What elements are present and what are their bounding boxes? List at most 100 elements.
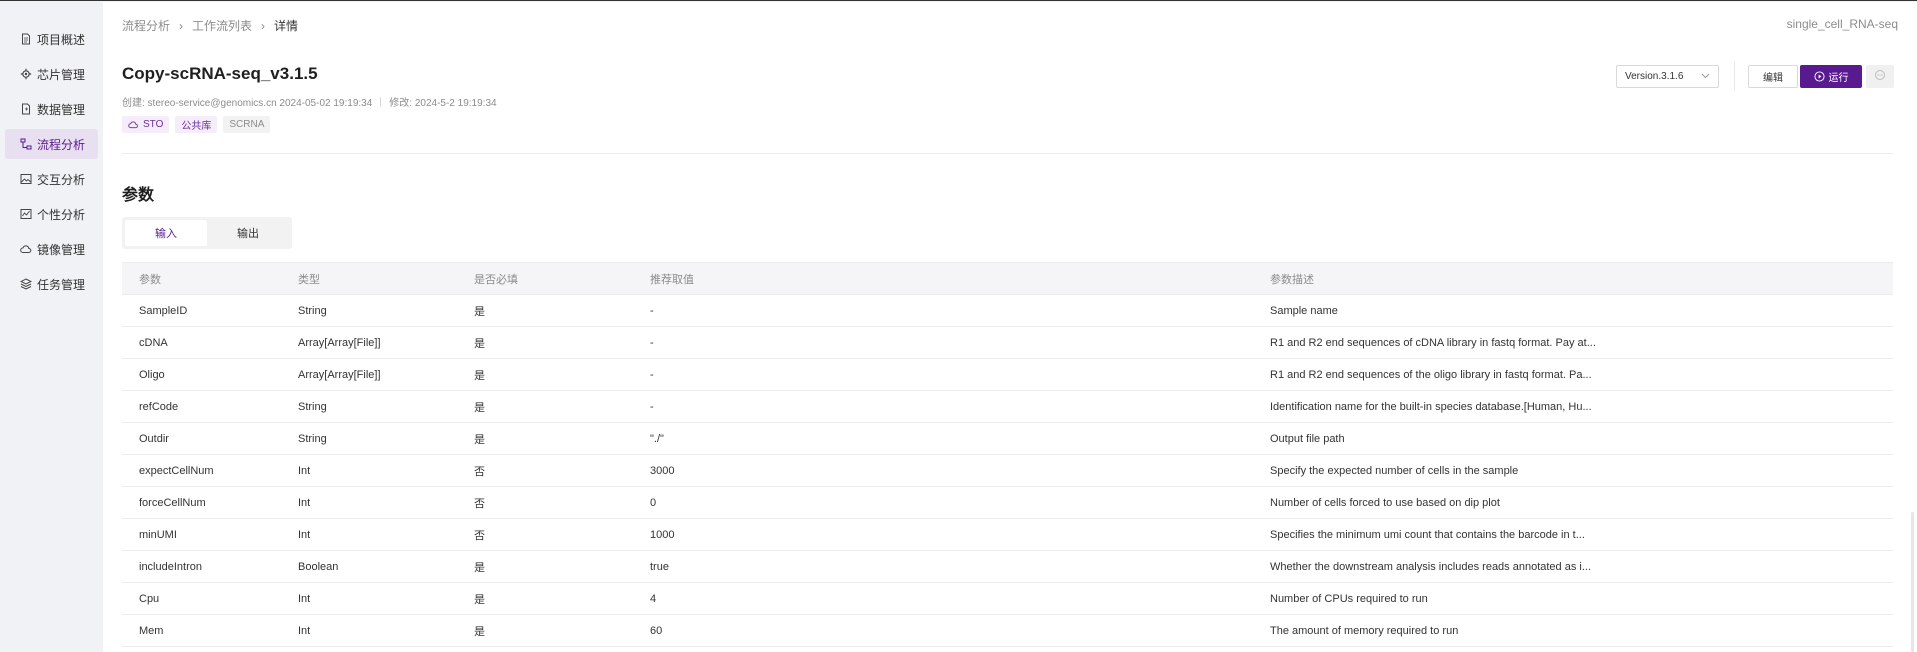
breadcrumb-link-pipeline[interactable]: 流程分析 bbox=[122, 17, 170, 34]
meta-info: 创建: stereo-service@genomics.cn 2024-05-0… bbox=[122, 94, 497, 109]
param-name-cell: minUMI bbox=[139, 528, 177, 541]
column-header: 是否必填 bbox=[474, 273, 518, 286]
param-type-cell: Boolean bbox=[298, 560, 339, 573]
version-select[interactable]: Version.3.1.6 bbox=[1616, 65, 1719, 88]
run-button-label: 运行 bbox=[1828, 73, 1849, 84]
param-tabs: 输入 输出 bbox=[122, 217, 292, 249]
param-name-cell: forceCellNum bbox=[139, 496, 206, 509]
param-required-cell: 是 bbox=[474, 401, 485, 414]
param-default-cell: 0 bbox=[650, 496, 657, 509]
sidebar-item-data[interactable]: 数据管理 bbox=[5, 94, 98, 124]
param-default-cell: - bbox=[650, 368, 654, 381]
table-row: Cpu Int 是 4 Number of CPUs required to run bbox=[122, 583, 1893, 615]
param-description-cell: Specify the expected number of cells in … bbox=[1270, 464, 1519, 477]
gear-icon bbox=[20, 68, 32, 80]
param-name-cell: SampleID bbox=[139, 304, 188, 317]
main-content: 流程分析 › 工作流列表 › 详情 single_cell_RNA-seq Co… bbox=[103, 2, 1917, 652]
sidebar-item-chip[interactable]: 芯片管理 bbox=[5, 59, 98, 89]
sidebar-item-pipeline[interactable]: 流程分析 bbox=[5, 129, 98, 159]
more-button[interactable] bbox=[1866, 65, 1894, 88]
chart-icon bbox=[20, 208, 32, 220]
param-name-cell: cDNA bbox=[139, 336, 168, 349]
table-row: minUMI Int 否 1000 Specifies the minimum umi … bbox=[122, 519, 1893, 551]
param-description-cell: Identification name for the built-in spe… bbox=[1270, 400, 1592, 413]
table-row: cDNA Array[Array[File]] 是 - R1 and R2 end se… bbox=[122, 327, 1893, 359]
param-description-cell: Whether the downstream analysis includes… bbox=[1270, 560, 1592, 573]
table-row: expectCellNum Int 否 3000 Specify the expecte… bbox=[122, 455, 1893, 487]
param-name-cell: Mem bbox=[139, 624, 164, 637]
breadcrumb-current: 详情 bbox=[274, 19, 299, 33]
params-table: 参数 类型 是否必填 推荐取值 参数描述 SampleID String 是 - Sam… bbox=[122, 262, 1893, 647]
sidebar-item-label: 镜像管理 bbox=[37, 242, 86, 257]
run-button[interactable]: 运行 bbox=[1800, 65, 1862, 88]
param-type-cell: Int bbox=[298, 496, 311, 509]
param-required-cell: 否 bbox=[474, 529, 485, 542]
param-default-cell: - bbox=[650, 400, 654, 413]
edit-button[interactable]: 编辑 bbox=[1748, 65, 1798, 88]
layers-icon bbox=[20, 278, 32, 290]
table-row: refCode String 是 - Identification name for t… bbox=[122, 391, 1893, 423]
param-type-cell: String bbox=[298, 304, 327, 317]
sidebar-item-label: 芯片管理 bbox=[37, 67, 86, 82]
table-row: forceCellNum Int 否 0 Number of cells forced … bbox=[122, 487, 1893, 519]
sidebar-item-custom[interactable]: 个性分析 bbox=[5, 199, 98, 229]
table-row: Outdir String 是 "./" Output file path bbox=[122, 423, 1893, 455]
table-header: 参数 类型 是否必填 推荐取值 参数描述 bbox=[122, 263, 1893, 295]
version-select-value: Version.3.1.6 bbox=[1625, 71, 1684, 82]
play-circle-icon bbox=[1813, 71, 1825, 82]
param-description-cell: The amount of memory required to run bbox=[1270, 624, 1459, 637]
param-type-cell: String bbox=[298, 400, 327, 413]
header-divider bbox=[122, 153, 1893, 154]
sidebar: 项目概述 芯片管理 数据管理 流程分析 交互分析 个性分析 镜像管理 任务管理 bbox=[0, 2, 103, 652]
table-body: SampleID String 是 - Sample name cDNA Array[Arr… bbox=[122, 295, 1893, 647]
table-row: includeIntron Boolean 是 true Whether the dow… bbox=[122, 551, 1893, 583]
chevron-right-icon: › bbox=[261, 18, 266, 33]
tab-input[interactable]: 输入 bbox=[125, 220, 207, 246]
scrollbar[interactable] bbox=[1911, 512, 1914, 652]
chevron-down-icon bbox=[1701, 71, 1710, 82]
sidebar-item-image[interactable]: 镜像管理 bbox=[5, 234, 98, 264]
sidebar-item-tasks[interactable]: 任务管理 bbox=[5, 269, 98, 299]
param-description-cell: Sample name bbox=[1270, 304, 1338, 317]
param-required-cell: 否 bbox=[474, 465, 485, 478]
column-header: 推荐取值 bbox=[650, 273, 694, 286]
param-name-cell: includeIntron bbox=[139, 560, 202, 573]
table-row: SampleID String 是 - Sample name bbox=[122, 295, 1893, 327]
sidebar-item-label: 流程分析 bbox=[37, 137, 86, 152]
param-default-cell: 60 bbox=[650, 624, 663, 637]
sidebar-item-interactive[interactable]: 交互分析 bbox=[5, 164, 98, 194]
param-type-cell: Array[Array[File]] bbox=[298, 368, 381, 381]
param-type-cell: Array[Array[File]] bbox=[298, 336, 381, 349]
column-header: 参数 bbox=[139, 273, 161, 286]
breadcrumb: 流程分析 › 工作流列表 › 详情 bbox=[122, 17, 298, 34]
param-name-cell: Cpu bbox=[139, 592, 160, 605]
flow-icon bbox=[20, 138, 32, 150]
image-icon bbox=[20, 173, 32, 185]
sidebar-item-overview[interactable]: 项目概述 bbox=[5, 24, 98, 54]
param-required-cell: 是 bbox=[474, 433, 485, 446]
param-required-cell: 是 bbox=[474, 305, 485, 318]
page-title: Copy-scRNA-seq_v3.1.5 bbox=[122, 64, 318, 83]
param-type-cell: Int bbox=[298, 464, 311, 477]
param-default-cell: 4 bbox=[650, 592, 657, 605]
chevron-right-icon: › bbox=[179, 18, 184, 33]
param-default-cell: true bbox=[650, 560, 669, 573]
sidebar-item-label: 任务管理 bbox=[37, 277, 86, 292]
tag-sto: STO bbox=[122, 116, 170, 133]
param-description-cell: Output file path bbox=[1270, 432, 1345, 445]
tag-public-library: 公共库 bbox=[175, 116, 218, 133]
param-name-cell: Oligo bbox=[139, 368, 165, 381]
sidebar-item-label: 个性分析 bbox=[37, 207, 86, 222]
param-description-cell: Number of CPUs required to run bbox=[1270, 592, 1428, 605]
param-required-cell: 是 bbox=[474, 369, 485, 382]
workflow-category-label: single_cell_RNA-seq bbox=[1786, 17, 1898, 31]
param-default-cell: "./" bbox=[650, 432, 664, 445]
created-info: 创建: stereo-service@genomics.cn 2024-05-0… bbox=[122, 98, 373, 109]
tab-output[interactable]: 输出 bbox=[207, 220, 289, 246]
tag-label: STO bbox=[143, 119, 164, 130]
breadcrumb-link-workflow-list[interactable]: 工作流列表 bbox=[192, 17, 252, 34]
param-description-cell: R1 and R2 end sequences of cDNA library … bbox=[1270, 336, 1596, 349]
sidebar-item-label: 交互分析 bbox=[37, 172, 86, 187]
more-icon bbox=[1874, 69, 1886, 84]
param-name-cell: Outdir bbox=[139, 432, 169, 445]
